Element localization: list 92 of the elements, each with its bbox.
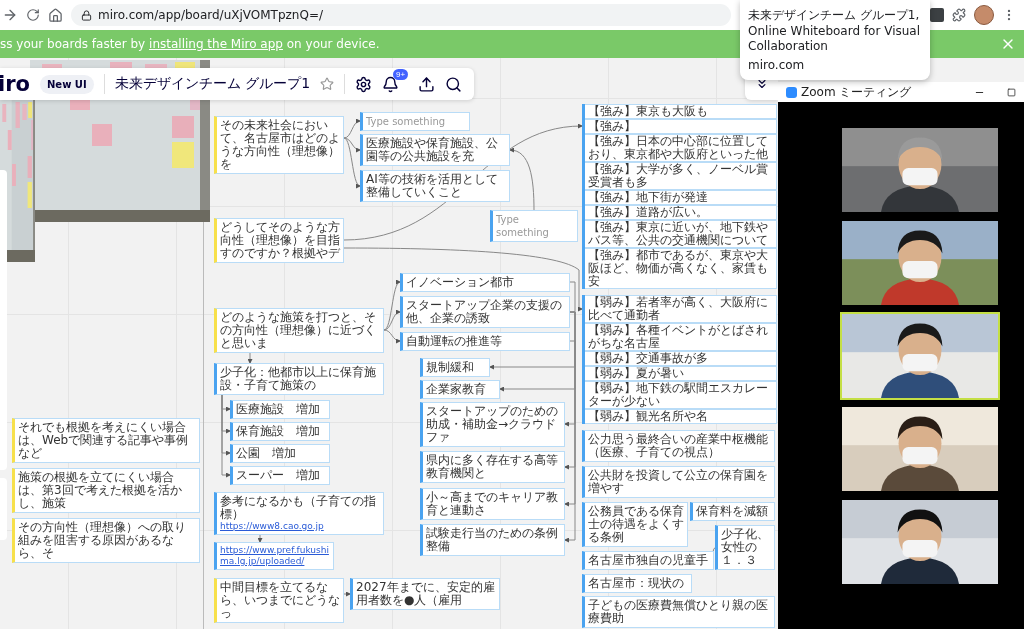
weakness-card[interactable]: 【弱み】夏が暑い — [585, 366, 777, 381]
mind-map-card[interactable]: 医療施設 増加 — [230, 400, 330, 419]
card-text: 規制緩和 — [426, 361, 475, 374]
card-text: 子どもの医療費無償ひとり親の医療費助 — [588, 599, 769, 625]
mind-map-card[interactable]: 公務員である保育士の待遇をよくする条例 — [582, 502, 688, 547]
card-text: スタートアップ企業の支援の他、企業の誘致 — [406, 299, 563, 325]
mind-map-card[interactable]: 公共財を投資して公立の保育園を増やす — [582, 466, 775, 498]
mind-map-card[interactable]: 名古屋市：現状の — [582, 574, 692, 593]
mind-map-card[interactable]: 規制緩和 — [420, 358, 490, 377]
card-text: 少子化、女性の１．３ — [721, 528, 770, 567]
strength-card[interactable]: 【強み】道路が広い。 — [585, 205, 777, 220]
mind-map-card[interactable]: 自動運転の推進等 — [400, 332, 570, 351]
card-text: 試験走行当のための条例整備 — [426, 527, 559, 553]
card-text: その方向性（理想像）への取り組みを阻害する原因があるなら、そ — [18, 521, 187, 560]
weakness-card[interactable]: 【弱み】観光名所や名 — [585, 409, 777, 424]
mind-map-card[interactable]: 子どもの医療費無償ひとり親の医療費助 — [582, 596, 775, 628]
strength-card[interactable]: 【強み】地下街が発達 — [585, 190, 777, 205]
mind-map-card[interactable]: 公力思う最終合いの産業中枢機能（医療、子育ての視点） — [582, 430, 775, 462]
question-card[interactable]: それでも根拠を考えにくい場合は、Webで関連する記事や事例など — [12, 418, 200, 463]
weakness-card[interactable]: 【弱み】各種イベントがとばされがちな名古屋 — [585, 323, 777, 351]
card-text: 小～高までのキャリア教育と連動さ — [426, 491, 559, 517]
card-text: 公力思う最終合いの産業中枢機能（医療、子育ての視点） — [588, 433, 769, 459]
mind-map-card[interactable]: 少子化：他都市以上に保育施設・子育て施策の — [214, 363, 384, 395]
card-text: どのような施策を打つと、その方向性（理想像）に近づくと思いま — [220, 311, 377, 350]
tooltip-domain: miro.com — [748, 57, 806, 72]
question-card[interactable]: その方向性（理想像）への取り組みを阻害する原因があるなら、そ — [12, 518, 200, 563]
card-text: 県内に多く存在する高等教育機関と — [426, 454, 559, 480]
card-text: 公共財を投資して公立の保育園を増やす — [588, 469, 769, 495]
weakness-card[interactable]: 【弱み】若者率が高く、大阪府に比べて通勤者 — [585, 295, 777, 323]
mind-map-card[interactable]: AI等の技術を活用として整備していくこと — [360, 170, 510, 202]
card-text: スーパー 増加 — [236, 469, 321, 482]
mind-map-card[interactable]: 試験走行当のための条例整備 — [420, 524, 565, 556]
card-text: どうしてそのような方向性（理想像）を目指すのですか？根拠やデ — [220, 221, 340, 260]
card-text: 企業家教育 — [426, 383, 487, 396]
mind-map-card[interactable]: 県内に多く存在する高等教育機関と — [420, 451, 565, 483]
mind-map-card[interactable]: 保育料を減額 — [690, 502, 775, 521]
question-card[interactable]: どうしてそのような方向性（理想像）を目指すのですか？根拠やデ — [214, 218, 344, 263]
card-text: その未来社会において、名古屋市はどのような方向性（理想像）を — [220, 119, 340, 171]
card-text: 保育施設 増加 — [236, 425, 321, 438]
card-text: 2027年までに、安定的雇用者数を●人（雇用 — [356, 581, 496, 607]
address-field[interactable]: miro.com/app/board/uXjVOMTpznQ=/ — [71, 4, 731, 26]
mind-map-card[interactable]: 医療施設や保育施設、公園等の公共施設を充 — [360, 134, 510, 166]
question-card[interactable]: その未来社会において、名古屋市はどのような方向性（理想像）を — [214, 116, 344, 174]
weakness-card[interactable]: 【弱み】交通事故が多 — [585, 351, 777, 366]
mind-map-card[interactable]: 2027年までに、安定的雇用者数を●人（雇用 — [350, 578, 500, 610]
mind-map-card[interactable]: 少子化、女性の１．３ — [715, 525, 775, 570]
card-text: AI等の技術を活用として整備していくこと — [366, 173, 499, 199]
card-text: 参考になるかも（子育ての指標） — [220, 495, 377, 521]
card-text: 名古屋市独自の児童手 — [588, 554, 709, 567]
card-text: 自動運転の推進等 — [406, 335, 503, 348]
strength-card[interactable]: 【強み】東京に近いが、地下鉄やバス等、公共の交通機関について — [585, 220, 777, 248]
card-text: 保育料を減額 — [696, 505, 769, 518]
notification-count: 9+ — [392, 68, 409, 80]
card-placeholder: Type something — [496, 214, 549, 238]
card-text: 施策の根拠を立てにくい場合は、第3回で考えた根拠を活かし、施策 — [18, 471, 183, 510]
mind-map-card[interactable]: 小～高までのキャリア教育と連動さ — [420, 488, 565, 520]
mind-map-card[interactable]: 保育施設 増加 — [230, 422, 330, 441]
weakness-card[interactable]: 【弱み】地下鉄の駅間エスカレーターが少ない — [585, 381, 777, 409]
mind-map-card[interactable]: 名古屋市独自の児童手 — [582, 551, 714, 570]
window-title: Zoom ミーティング — [801, 83, 912, 101]
card-text: それでも根拠を考えにくい場合は、Webで関連する記事や事例など — [18, 421, 190, 460]
mind-map-card[interactable]: スタートアップ企業の支援の他、企業の誘致 — [400, 296, 570, 328]
card-text: 医療施設や保育施設、公園等の公共施設を充 — [366, 137, 499, 163]
card-text: 中間目標を立てるなら、いつまでにどうなっ — [220, 581, 340, 620]
mind-map-card[interactable]: https://www.pref.fukushima.lg.jp/uploaded/ — [214, 542, 334, 570]
mind-map-card[interactable]: 公園 増加 — [230, 444, 330, 463]
question-card[interactable]: どのような施策を打つと、その方向性（理想像）に近づくと思いま — [214, 308, 384, 353]
strength-card[interactable]: 【強み】東京も大阪も — [585, 104, 777, 119]
question-card[interactable]: 中間目標を立てるなら、いつまでにどうなっ — [214, 578, 344, 623]
strength-card[interactable]: 【強み】日本の中心部に位置しており、東京都や大阪府といった他 — [585, 134, 777, 162]
mind-map-card[interactable]: スーパー 増加 — [230, 466, 330, 485]
mind-map-card[interactable]: 企業家教育 — [420, 380, 500, 399]
card-text: 医療施設 増加 — [236, 403, 321, 416]
card-link[interactable]: https://www8.cao.go.jp — [220, 521, 380, 532]
logo[interactable]: iro — [0, 72, 30, 96]
card-link[interactable]: https://www.pref.fukushima.lg.jp/uploaded/ — [220, 545, 330, 567]
strength-card[interactable]: 【強み】大学が多く、ノーベル賞受賞者も多 — [585, 162, 777, 190]
strength-card[interactable]: 【強み】 — [585, 119, 777, 134]
card-text: 公務員である保育士の待遇をよくする条例 — [588, 505, 684, 544]
notifications-button[interactable]: 9+ — [382, 68, 409, 93]
banner-message: ss your boards faster by installing the Miro app on your device. — [0, 37, 380, 51]
mind-map-card[interactable]: イノベーション都市 — [400, 273, 570, 292]
mind-map-card[interactable]: スタートアップのための助成・補助金→クラウドファ — [420, 402, 565, 447]
mind-map-card[interactable]: 参考になるかも（子育ての指標） https://www8.cao.go.jp — [214, 492, 384, 535]
card-text: 名古屋市：現状の — [588, 577, 685, 590]
strength-card[interactable]: 【強み】都市であるが、東京や大阪ほど、物価が高くなく、家賃も安 — [585, 248, 777, 289]
card-text: スタートアップのための助成・補助金→クラウドファ — [426, 405, 559, 444]
card-text: 少子化：他都市以上に保育施設・子育て施策の — [220, 366, 377, 392]
card-text: 公園 増加 — [236, 447, 297, 460]
question-card[interactable]: 施策の根拠を立てにくい場合は、第3回で考えた根拠を活かし、施策 — [12, 468, 200, 513]
card-text: イノベーション都市 — [406, 276, 515, 289]
card-placeholder: Type something — [366, 116, 446, 127]
